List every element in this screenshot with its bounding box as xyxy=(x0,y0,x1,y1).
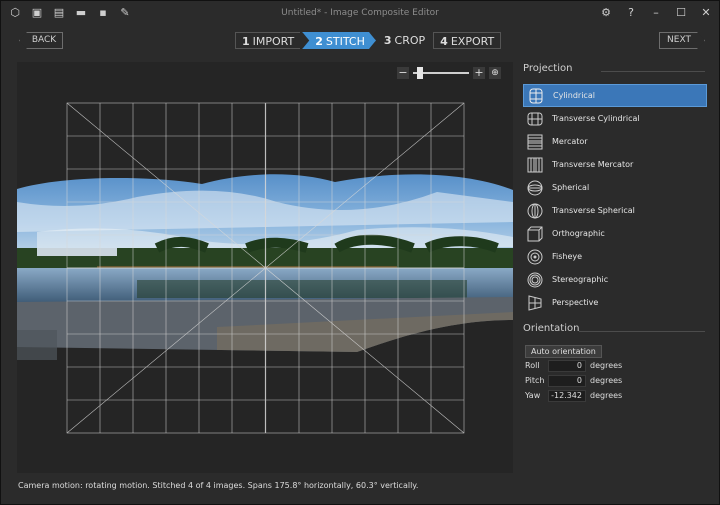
roll-label: Roll xyxy=(525,361,540,370)
projection-label: Orthographic xyxy=(552,229,605,238)
projection-item-orthographic[interactable]: Orthographic xyxy=(523,222,707,245)
next-button[interactable]: NEXT xyxy=(659,32,705,49)
projection-list: Cylindrical Transverse Cylindrical Merca… xyxy=(523,84,707,314)
spherical-icon xyxy=(527,180,543,195)
orientation-title: Orientation xyxy=(523,323,707,337)
projection-item-perspective[interactable]: Perspective xyxy=(523,291,707,314)
auto-orientation-button[interactable]: Auto orientation xyxy=(525,345,602,358)
orientation-section: Orientation Auto orientation Roll 0 degr… xyxy=(523,323,707,403)
pitch-label: Pitch xyxy=(525,376,545,385)
back-button[interactable]: BACK xyxy=(19,32,63,49)
projection-item-transverse-mercator[interactable]: Transverse Mercator xyxy=(523,153,707,176)
panorama-preview[interactable] xyxy=(17,62,513,473)
projection-label: Fisheye xyxy=(552,252,583,261)
zoom-in-button[interactable]: + xyxy=(473,67,485,79)
status-text: Camera motion: rotating motion. Stitched… xyxy=(18,481,419,490)
perspective-icon xyxy=(528,294,542,311)
step-import[interactable]: 1 IMPORT xyxy=(235,32,301,49)
step-crop[interactable]: 3 CROP xyxy=(378,32,431,49)
cylindrical-icon xyxy=(529,88,543,103)
title-bar: ⬡ ▣ ▤ ▬ ▪ ✎ Untitled* - Image Composite … xyxy=(1,1,719,27)
yaw-row: Yaw -12.342 degrees xyxy=(525,388,707,403)
projection-label: Cylindrical xyxy=(553,91,595,100)
transverse-cylindrical-icon xyxy=(527,112,543,125)
roll-input[interactable]: 0 xyxy=(548,359,586,372)
pitch-input[interactable]: 0 xyxy=(548,374,586,387)
step-label: EXPORT xyxy=(450,35,495,48)
pitch-unit: degrees xyxy=(590,376,623,385)
projection-label: Spherical xyxy=(552,183,590,192)
projection-item-transverse-spherical[interactable]: Transverse Spherical xyxy=(523,199,707,222)
projection-item-transverse-cylindrical[interactable]: Transverse Cylindrical xyxy=(523,107,707,130)
transverse-spherical-icon xyxy=(527,203,543,218)
projection-item-fisheye[interactable]: Fisheye xyxy=(523,245,707,268)
maximize-icon[interactable]: ☐ xyxy=(674,6,688,20)
step-export[interactable]: 4 EXPORT xyxy=(433,32,502,49)
grid-overlay xyxy=(66,102,465,434)
projection-label: Transverse Cylindrical xyxy=(552,114,640,123)
zoom-out-button[interactable]: − xyxy=(397,67,409,79)
step-label: STITCH xyxy=(325,35,365,48)
step-label: IMPORT xyxy=(252,35,295,48)
minimize-icon[interactable]: – xyxy=(649,6,663,20)
panorama-canvas[interactable]: − + ⊕ xyxy=(17,62,513,473)
zoom-slider[interactable] xyxy=(413,67,469,79)
stereographic-icon xyxy=(527,272,543,287)
projection-label: Transverse Mercator xyxy=(552,160,634,169)
projection-title: Projection xyxy=(523,63,707,77)
roll-row: Roll 0 degrees xyxy=(525,358,707,373)
roll-unit: degrees xyxy=(590,361,623,370)
settings-panel: Projection Cylindrical Transverse Cylind… xyxy=(523,63,707,403)
projection-item-mercator[interactable]: Mercator xyxy=(523,130,707,153)
transverse-mercator-icon xyxy=(527,157,543,172)
close-icon[interactable]: ✕ xyxy=(699,6,713,20)
projection-label: Stereographic xyxy=(552,275,609,284)
step-bar: BACK 1 IMPORT 2 STITCH 3 CROP 4 EXPORT NEXT xyxy=(1,28,719,53)
step-stitch[interactable]: 2 STITCH xyxy=(302,32,376,49)
zoom-controls: − + ⊕ xyxy=(397,66,501,80)
settings-icon[interactable]: ⚙ xyxy=(599,6,613,20)
orthographic-icon xyxy=(527,226,543,241)
wizard-steps: 1 IMPORT 2 STITCH 3 CROP 4 EXPORT xyxy=(235,32,503,49)
step-number: 3 xyxy=(383,34,392,47)
help-icon[interactable]: ? xyxy=(624,6,638,20)
projection-item-cylindrical[interactable]: Cylindrical xyxy=(523,84,707,107)
pitch-row: Pitch 0 degrees xyxy=(525,373,707,388)
projection-label: Perspective xyxy=(552,298,599,307)
step-number: 1 xyxy=(242,35,250,48)
projection-item-spherical[interactable]: Spherical xyxy=(523,176,707,199)
app-window: ⬡ ▣ ▤ ▬ ▪ ✎ Untitled* - Image Composite … xyxy=(0,0,720,505)
projection-label: Mercator xyxy=(552,137,588,146)
zoom-slider-thumb[interactable] xyxy=(417,67,423,79)
step-label: CROP xyxy=(394,34,426,47)
step-number: 4 xyxy=(440,35,448,48)
yaw-unit: degrees xyxy=(590,391,623,400)
mercator-icon xyxy=(527,134,543,149)
fisheye-icon xyxy=(527,249,543,264)
yaw-input[interactable]: -12.342 xyxy=(548,389,586,402)
projection-item-stereographic[interactable]: Stereographic xyxy=(523,268,707,291)
yaw-label: Yaw xyxy=(525,391,541,400)
fit-to-window-icon[interactable]: ⊕ xyxy=(489,67,501,79)
step-number: 2 xyxy=(315,35,323,48)
window-controls: ⚙ ? – ☐ ✕ xyxy=(599,6,713,20)
projection-label: Transverse Spherical xyxy=(552,206,635,215)
